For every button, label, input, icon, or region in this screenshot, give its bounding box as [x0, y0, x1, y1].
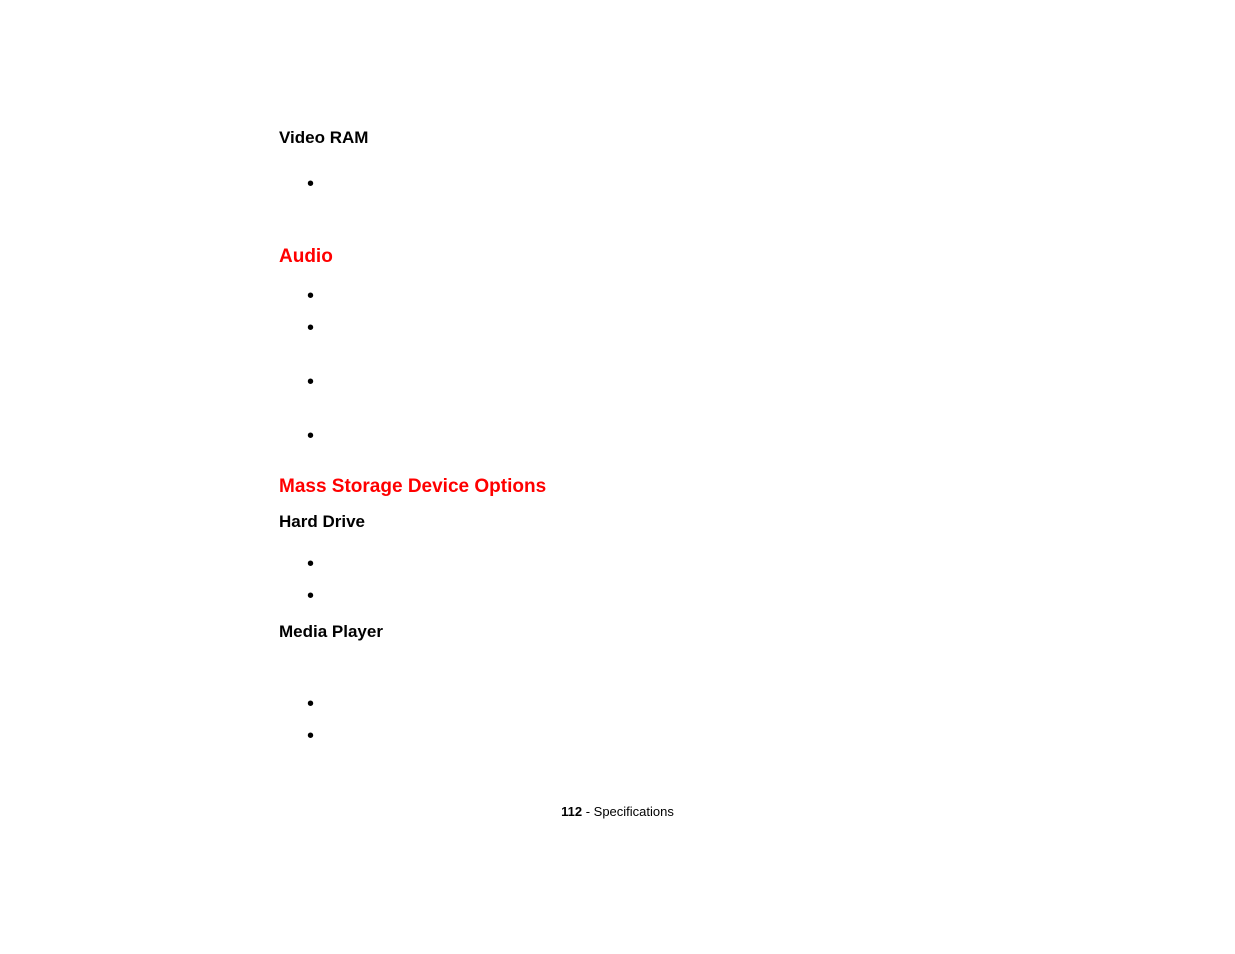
- footer-title: Specifications: [594, 804, 674, 819]
- bullet-icon: •: [307, 554, 919, 574]
- media-player-heading: Media Player: [279, 622, 919, 642]
- page-footer: 112 - Specifications: [0, 804, 1235, 819]
- page-container: Video RAM • Audio • • • • Mass Storage D…: [0, 0, 1235, 954]
- video-ram-bullets: •: [307, 174, 919, 194]
- audio-bullets: • • • •: [307, 286, 919, 446]
- bullet-icon: •: [307, 694, 919, 714]
- content-area: Video RAM • Audio • • • • Mass Storage D…: [279, 128, 919, 746]
- audio-heading: Audio: [279, 246, 919, 268]
- bullet-icon: •: [307, 726, 919, 746]
- footer-separator: -: [582, 804, 594, 819]
- mass-storage-heading: Mass Storage Device Options: [279, 476, 919, 498]
- bullet-icon: •: [307, 174, 919, 194]
- bullet-icon: •: [307, 318, 919, 338]
- media-player-bullets: • •: [307, 694, 919, 746]
- hard-drive-heading: Hard Drive: [279, 512, 919, 532]
- page-number: 112: [561, 804, 582, 819]
- hard-drive-bullets: • •: [307, 554, 919, 606]
- bullet-icon: •: [307, 586, 919, 606]
- bullet-icon: •: [307, 286, 919, 306]
- bullet-icon: •: [307, 426, 919, 446]
- video-ram-heading: Video RAM: [279, 128, 919, 148]
- bullet-icon: •: [307, 372, 919, 392]
